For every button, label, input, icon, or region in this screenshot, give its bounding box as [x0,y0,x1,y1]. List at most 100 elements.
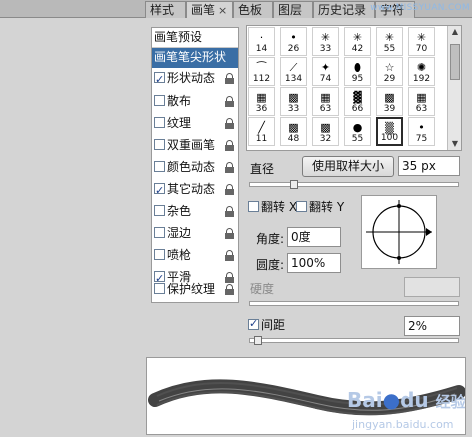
brush-tip-cell[interactable]: ▦ 63 [408,87,435,116]
brush-presets-header[interactable]: 画笔预设 [152,28,238,48]
list-item-color-dynamics[interactable]: 颜色动态 [152,158,238,178]
lock-icon[interactable] [225,140,234,151]
brush-tip-cell[interactable]: • 75 [408,117,435,146]
brush-angle-roundness-preview[interactable] [361,195,437,269]
close-icon[interactable]: × [218,4,227,17]
brush-tip-cell[interactable]: • 26 [280,27,307,56]
list-item-protect-texture[interactable]: 保护纹理 [152,280,238,300]
list-item-other-dynamics[interactable]: 其它动态 [152,180,238,200]
tab-label: 历史记录 [318,3,367,17]
brush-tip-cell[interactable]: ▩ 48 [280,117,307,146]
list-item-label: 颜色动态 [167,160,216,174]
list-item-scattering[interactable]: 散布 [152,92,238,112]
brush-size-label: 48 [287,134,300,144]
checkbox[interactable] [154,139,165,150]
list-item-label: 画笔笔尖形状 [154,50,227,64]
angle-circle-icon[interactable] [362,196,436,268]
brush-tip-cell[interactable]: ╱ 11 [248,117,275,146]
spacing-slider-knob[interactable] [254,336,262,345]
lock-icon[interactable] [225,184,234,195]
checkbox[interactable] [154,283,165,294]
scroll-up-icon[interactable]: ▲ [450,27,460,37]
lock-icon[interactable] [225,162,234,173]
brush-tip-cell[interactable]: ▩ 33 [280,87,307,116]
use-sample-size-button[interactable]: 使用取样大小 [302,156,394,177]
brush-size-label: 39 [383,104,396,114]
list-item-wet-edges[interactable]: 湿边 [152,224,238,244]
brush-size-label: 55 [351,134,364,144]
spacing-checkbox[interactable] [248,317,259,330]
lock-icon[interactable] [225,73,234,84]
list-item-label: 纹理 [167,116,192,130]
flip-x-checkbox[interactable] [248,201,259,212]
flip-y-checkbox[interactable] [296,201,307,212]
brush-tip-cell[interactable]: ✦ 74 [312,57,339,86]
checkbox[interactable] [154,249,165,260]
brush-tip-cell[interactable]: ● 55 [344,117,371,146]
checkbox[interactable] [154,227,165,238]
brush-size-label: 36 [255,104,268,114]
list-item-brush-tip-shape[interactable]: 画笔笔尖形状 [152,48,238,68]
brush-tip-cell[interactable]: ▒ 100 [376,117,403,146]
spacing-slider[interactable] [249,336,459,345]
brush-tip-cell[interactable]: ✺ 192 [408,57,435,86]
brush-tip-cell[interactable]: ☆ 29 [376,57,403,86]
brush-size-label: 75 [415,134,428,144]
brush-tip-cell[interactable]: ▩ 32 [312,117,339,146]
brush-size-label: 70 [415,44,428,54]
brush-tip-cell[interactable]: ▦ 36 [248,87,275,116]
brush-tip-cell[interactable]: ✳ 55 [376,27,403,56]
lock-icon[interactable] [225,96,234,107]
checkbox[interactable] [154,205,165,216]
brush-tip-cell[interactable]: ⬮ 95 [344,57,371,86]
checkbox[interactable] [154,70,165,89]
roundness-input[interactable]: 100% [287,253,341,273]
flip-y-control[interactable]: 翻转 Y [296,198,344,215]
watermark-text: www.MISSYUAN.COM [370,3,470,13]
tab-styles[interactable]: 样式 [145,1,186,18]
diameter-slider-knob[interactable] [290,180,298,189]
brush-tip-cell[interactable]: ▓ 66 [344,87,371,116]
lock-icon[interactable] [225,228,234,239]
list-item-label: 保护纹理 [167,282,216,296]
tab-swatches[interactable]: 色板 [233,1,273,18]
brush-tip-cell[interactable]: · 14 [248,27,275,56]
brush-tip-cell[interactable]: ✳ 42 [344,27,371,56]
lock-icon[interactable] [225,118,234,129]
tab-brushes[interactable]: 画笔 × [186,1,233,19]
checkbox[interactable] [154,95,165,106]
spacing-control[interactable]: 间距 [248,316,285,333]
grid-scrollbar[interactable]: ▲ ▼ [447,26,461,150]
lock-icon[interactable] [225,284,234,295]
checkbox[interactable] [154,181,165,200]
brush-tip-cell[interactable]: ⁀ 112 [248,57,275,86]
lock-icon[interactable] [225,250,234,261]
tab-history[interactable]: 历史记录 [313,1,375,18]
list-item-shape-dynamics[interactable]: 形状动态 [152,69,238,89]
diameter-slider[interactable] [249,180,459,189]
brush-tip-cell[interactable]: ✳ 33 [312,27,339,56]
checkbox[interactable] [154,117,165,128]
flip-x-control[interactable]: 翻转 X [248,198,297,215]
list-item-dual-brush[interactable]: 双重画笔 [152,136,238,156]
scroll-thumb[interactable] [450,44,460,80]
roundness-label: 圆度: [256,258,285,272]
angle-input[interactable]: 0度 [287,227,341,247]
brush-size-label: 63 [319,104,332,114]
checkbox[interactable] [154,161,165,172]
list-item-airbrush[interactable]: 喷枪 [152,246,238,266]
brush-tip-cell[interactable]: ⟋ 134 [280,57,307,86]
spacing-input[interactable]: 2% [404,316,460,336]
list-item-texture[interactable]: 纹理 [152,114,238,134]
diameter-input[interactable]: 35 px [398,156,460,176]
hardness-input [404,277,460,297]
list-item-noise[interactable]: 杂色 [152,202,238,222]
tab-layers[interactable]: 图层 [273,1,313,18]
brush-tip-cell[interactable]: ▦ 63 [312,87,339,116]
lock-icon[interactable] [225,206,234,217]
list-item-label: 双重画笔 [167,138,216,152]
tab-label: 图层 [278,3,303,17]
scroll-down-icon[interactable]: ▼ [450,139,460,149]
brush-tip-cell[interactable]: ▩ 39 [376,87,403,116]
brush-tip-cell[interactable]: ✳ 70 [408,27,435,56]
